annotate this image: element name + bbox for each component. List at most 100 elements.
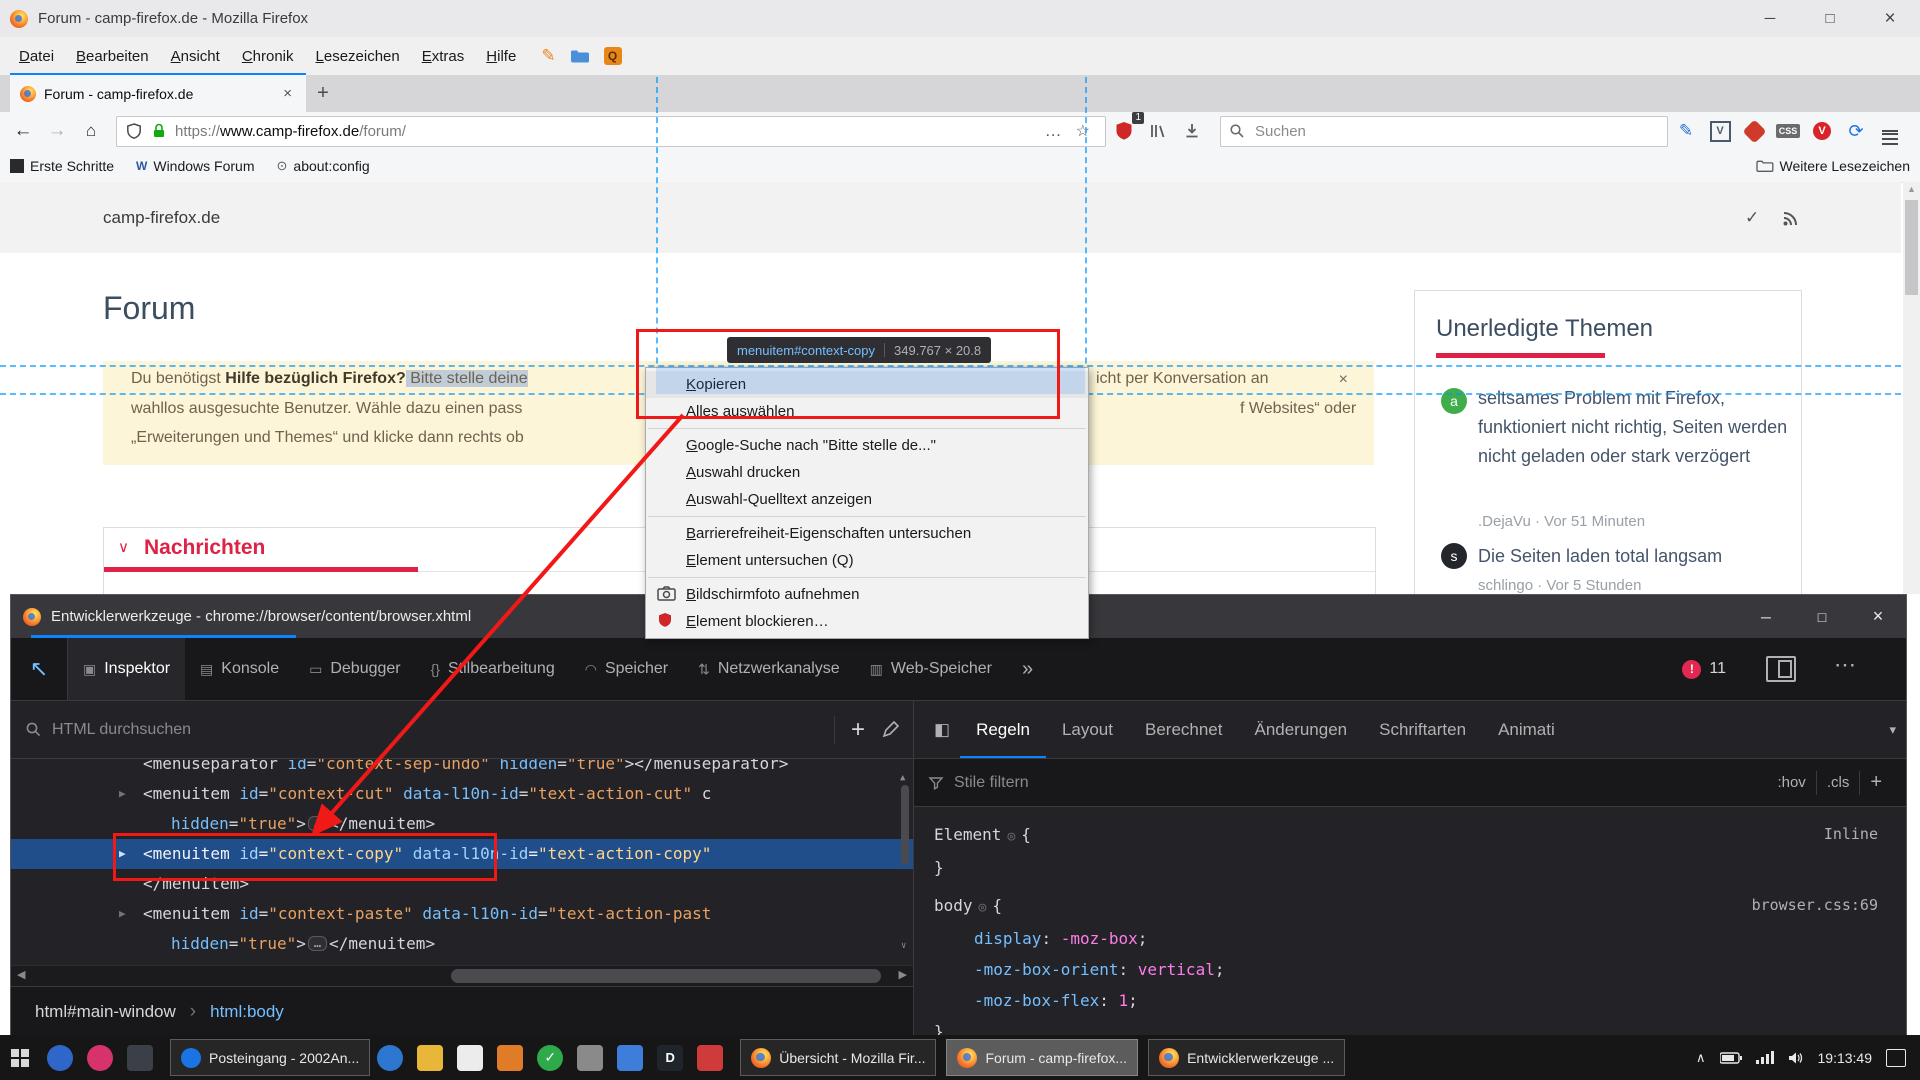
- rss-icon[interactable]: [1782, 210, 1799, 227]
- folder-icon[interactable]: [570, 48, 590, 64]
- sync-icon[interactable]: ⟳: [1840, 116, 1872, 146]
- network-icon[interactable]: [1756, 1051, 1774, 1064]
- rule-body[interactable]: body◎{browser.css:69: [934, 890, 1906, 923]
- devtools-menu-icon[interactable]: ⋯: [1834, 652, 1856, 678]
- rule-element[interactable]: Element◎{Inline: [934, 819, 1906, 852]
- collapse-chevron-icon[interactable]: ∨: [118, 538, 129, 556]
- avatar[interactable]: a: [1441, 388, 1467, 414]
- style-filter-input[interactable]: [952, 773, 1767, 793]
- home-button[interactable]: ⌂: [74, 115, 108, 147]
- tab-konsole[interactable]: ▤Konsole: [185, 638, 294, 700]
- task-entwicklerwerkzeuge[interactable]: Entwicklerwerkzeuge ...: [1148, 1039, 1345, 1076]
- menu-lesezeichen[interactable]: Lesezeichen: [305, 48, 411, 65]
- start-button[interactable]: [0, 1035, 40, 1080]
- new-tab-button[interactable]: +: [306, 75, 340, 112]
- tab-netzwerkanalyse[interactable]: ⇅Netzwerkanalyse: [683, 638, 855, 700]
- more-bookmarks[interactable]: Weitere Lesezeichen: [1756, 158, 1910, 174]
- menu-item-barrierefreiheit[interactable]: Barrierefreiheit-Eigenschaften untersuch…: [646, 520, 1088, 547]
- menu-item-element-untersuchen[interactable]: Element untersuchen (Q): [646, 547, 1088, 574]
- marker-extension-icon[interactable]: ✎: [1670, 116, 1702, 146]
- url-input[interactable]: https://www.camp-firefox.de/forum/: [175, 123, 1038, 140]
- clock[interactable]: 19:13:49: [1818, 1050, 1873, 1066]
- battery-icon[interactable]: [1720, 1052, 1742, 1064]
- minimize-button[interactable]: ─: [1740, 0, 1800, 37]
- node-picker-icon[interactable]: ↖: [11, 638, 68, 700]
- quick-launch-icon-2[interactable]: [80, 1035, 120, 1080]
- tab-aenderungen[interactable]: Änderungen: [1238, 701, 1363, 758]
- search-bar[interactable]: [1220, 116, 1668, 147]
- topic-link[interactable]: seltsames Problem mit Firefox, funktioni…: [1478, 384, 1790, 471]
- maximize-button[interactable]: □: [1800, 0, 1860, 37]
- tab-speicher[interactable]: ◠Speicher: [570, 638, 683, 700]
- task-forum[interactable]: Forum - camp-firefox...: [946, 1039, 1138, 1076]
- add-rule-button[interactable]: +: [1859, 771, 1892, 795]
- bookmark-star-icon[interactable]: ☆: [1069, 121, 1097, 141]
- scroll-left-icon[interactable]: ◀: [17, 968, 25, 981]
- rule-location-link[interactable]: browser.css:69: [1752, 890, 1878, 921]
- taskbar-app-icon-9[interactable]: [690, 1035, 730, 1080]
- markup-line[interactable]: <menuseparator id="context-sep-undo" hid…: [11, 759, 913, 779]
- scroll-down-icon[interactable]: ∨: [901, 931, 906, 961]
- tab-regeln[interactable]: Regeln: [960, 701, 1046, 758]
- css-declaration[interactable]: display: -moz-box;: [934, 923, 1906, 954]
- tab-schriftarten[interactable]: Schriftarten: [1363, 701, 1482, 758]
- tab-web-speicher[interactable]: ▥Web-Speicher: [855, 638, 1007, 700]
- menu-ansicht[interactable]: Ansicht: [160, 48, 231, 65]
- task-posteingang[interactable]: Posteingang - 2002An...: [170, 1039, 370, 1076]
- tab-forum[interactable]: Forum - camp-firefox.de ×: [10, 73, 306, 112]
- class-toggle-button[interactable]: .cls: [1816, 771, 1860, 795]
- devtools-close-button[interactable]: ×: [1850, 595, 1906, 638]
- scroll-up-icon[interactable]: ▲: [1907, 184, 1916, 194]
- taskbar-app-icon-3[interactable]: [450, 1035, 490, 1080]
- add-node-icon[interactable]: +: [834, 716, 881, 744]
- selector-highlighter-icon[interactable]: ◎: [1007, 829, 1015, 844]
- download-icon[interactable]: [1176, 116, 1208, 146]
- search-input[interactable]: [1253, 122, 1659, 141]
- eyedropper-icon[interactable]: [881, 721, 899, 739]
- more-tools-icon[interactable]: »: [1007, 638, 1048, 700]
- taskbar-app-icon-5[interactable]: ✓: [530, 1035, 570, 1080]
- menu-hilfe[interactable]: Hilfe: [475, 48, 527, 65]
- shield-icon[interactable]: [125, 122, 143, 140]
- v-extension-icon[interactable]: V: [1704, 116, 1736, 146]
- selector-highlighter-icon[interactable]: ◎: [979, 900, 987, 915]
- markup-hscrollbar[interactable]: ◀ ▶: [11, 965, 913, 986]
- menu-item-bildschirmfoto[interactable]: Bildschirmfoto aufnehmen: [646, 581, 1088, 608]
- css-declaration[interactable]: -moz-box-orient: vertical;: [934, 954, 1906, 985]
- tab-overflow-icon[interactable]: ▾: [1889, 722, 1896, 738]
- taskbar-app-icon-2[interactable]: [410, 1035, 450, 1080]
- menu-bearbeiten[interactable]: Bearbeiten: [65, 48, 160, 65]
- menu-item-element-blockieren[interactable]: Element blockieren…: [646, 608, 1088, 635]
- taskbar-app-icon-7[interactable]: [610, 1035, 650, 1080]
- forward-button[interactable]: →: [40, 115, 74, 147]
- scroll-right-icon[interactable]: ▶: [899, 968, 907, 981]
- expand-icon[interactable]: ▶: [119, 779, 126, 809]
- avatar[interactable]: s: [1441, 543, 1467, 569]
- expand-icon[interactable]: ▶: [119, 899, 126, 929]
- taskbar-app-icon-1[interactable]: [370, 1035, 410, 1080]
- bookmark-about-config[interactable]: ⊙ about:config: [277, 158, 370, 174]
- library-icon[interactable]: [1142, 116, 1174, 146]
- tab-berechnet[interactable]: Berechnet: [1129, 701, 1239, 758]
- topic-link[interactable]: Die Seiten laden total langsam: [1478, 542, 1790, 571]
- markup-line[interactable]: ▶<menuitem id="context-cut" data-l10n-id…: [11, 779, 913, 809]
- menu-chronik[interactable]: Chronik: [231, 48, 305, 65]
- error-badge[interactable]: ! 11: [1682, 638, 1726, 700]
- bookmark-windows-forum[interactable]: W Windows Forum: [136, 158, 254, 174]
- markup-vscrollbar[interactable]: ▲ ∨: [899, 763, 911, 961]
- brush-extension-icon[interactable]: [1738, 116, 1770, 146]
- notification-center-icon[interactable]: [1886, 1049, 1906, 1067]
- tab-animationen[interactable]: Animati: [1482, 701, 1571, 758]
- scrollbar-thumb[interactable]: [901, 785, 909, 865]
- pseudo-class-button[interactable]: :hov: [1767, 771, 1815, 795]
- tab-inspektor[interactable]: ▣Inspektor: [68, 638, 185, 700]
- tab-debugger[interactable]: ▭Debugger: [294, 638, 416, 700]
- menu-item-auswahl-drucken[interactable]: Auswahl drucken: [646, 459, 1088, 486]
- tab-layout[interactable]: Layout: [1046, 701, 1129, 758]
- vt-extension-icon[interactable]: V: [1806, 116, 1838, 146]
- taskbar-app-icon-6[interactable]: [570, 1035, 610, 1080]
- close-button[interactable]: ×: [1860, 0, 1920, 37]
- breadcrumb-item-active[interactable]: html:body: [210, 1002, 284, 1022]
- ublock-icon[interactable]: 1: [1108, 116, 1140, 146]
- devtools-minimize-button[interactable]: ─: [1738, 595, 1794, 638]
